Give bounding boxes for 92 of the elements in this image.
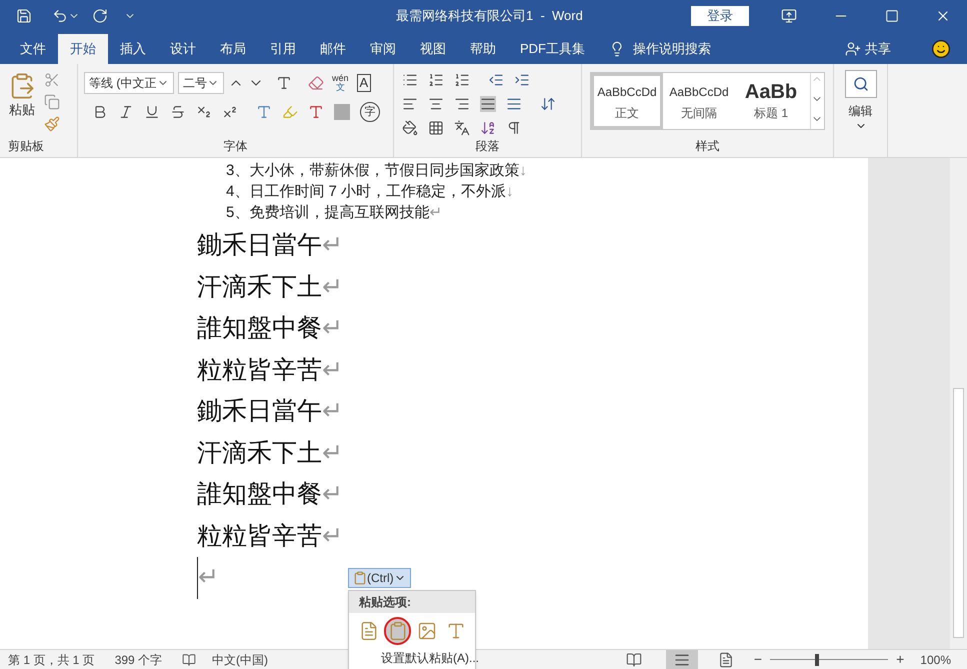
proofing-icon[interactable] [182,652,196,666]
poem-line: 粒粒皆辛苦↵ [197,520,344,552]
ribbon-tab[interactable]: 文件 [8,34,58,64]
page-count[interactable]: 第 1 页，共 1 页 [8,650,95,668]
group-label: 剪贴板 [8,139,44,153]
increase-indent-icon[interactable] [514,72,530,88]
asian-layout-icon[interactable] [454,120,470,136]
smiley-icon[interactable] [931,39,951,59]
poem-line: 粒粒皆辛苦↵ [197,354,344,386]
poem-line: 誰知盤中餐↵ [197,479,344,510]
shading-icon[interactable] [402,120,418,136]
save-icon[interactable] [16,8,32,24]
align-left-icon[interactable] [402,96,418,112]
zoom-slider-thumb[interactable] [815,654,820,666]
font-size-field[interactable]: 二号 [178,72,224,94]
list-item: 5、免费培训，提高互联网技能↵ [226,203,444,223]
print-layout-icon[interactable] [666,650,698,669]
ribbon-tab[interactable]: 插入 [108,34,158,64]
ribbon-tab[interactable]: 布局 [208,34,258,64]
poem-line: 鋤禾日當午↵ [197,396,344,427]
poem-line: 汗滴禾下土↵ [197,438,344,468]
ribbon-tab[interactable]: 审阅 [358,34,408,64]
share-icon[interactable] [845,41,861,57]
tell-me-search[interactable]: 操作说明搜索 [633,39,711,59]
clipboard-icon [353,571,367,585]
window-title: 最需网络科技有限公司1 - Word [396,7,583,26]
character-border-button[interactable]: A [356,74,372,92]
scrollbar-thumb[interactable] [953,388,964,638]
strikethrough-icon[interactable] [170,104,186,120]
style-gallery-item[interactable]: AaBbCcDd 正文 [591,73,663,129]
font-name-field[interactable]: 等线 (中文正 [84,72,174,94]
undo-icon[interactable] [52,8,68,24]
language-indicator[interactable]: 中文(中国) [212,650,268,668]
ribbon-tab[interactable]: 引用 [258,34,308,64]
ribbon-display-icon[interactable] [781,8,797,24]
poem-line: 鋤禾日當午↵ [197,230,344,261]
copy-icon[interactable] [44,94,60,110]
group-label: 段落 [476,138,500,155]
ribbon-tab[interactable]: 视图 [408,34,458,64]
group-label: 样式 [696,138,720,155]
web-layout-icon[interactable] [718,652,734,668]
style-gallery-item[interactable]: AaBbCcDd 无间隔 [663,73,735,129]
read-mode-icon[interactable] [626,652,642,668]
list-item: 4、日工作时间 7 小时，工作稳定，不外派↓ [226,182,515,202]
paste-button[interactable]: 粘贴 [8,72,36,132]
login-button[interactable]: 登录 [691,6,749,26]
poem-line: 誰知盤中餐↵ [197,313,344,344]
style-gallery-item[interactable]: AaBb 标题 1 [735,73,807,129]
maximize-icon[interactable] [885,9,899,23]
sort-icon[interactable] [480,120,496,136]
editing-button[interactable]: 编辑 [844,70,876,132]
zoom-in-button[interactable]: + [896,649,904,669]
decrease-indent-icon[interactable] [488,72,504,88]
multilevel-list-icon[interactable] [454,72,470,88]
poem-line: 汗滴禾下土↵ [197,272,344,302]
clear-format-icon[interactable] [308,75,324,91]
format-painter-icon[interactable] [44,116,60,132]
italic-icon[interactable] [118,104,134,120]
distributed-icon[interactable] [506,96,522,112]
redo-icon[interactable] [92,8,108,24]
zoom-slider[interactable] [770,654,888,666]
borders-icon[interactable] [428,120,444,136]
paragraph-mark: ↵ [197,557,219,598]
underline-icon[interactable] [144,104,160,120]
superscript-icon[interactable] [222,104,238,120]
text-effect-icon[interactable] [256,104,272,120]
font-color-icon[interactable] [308,104,324,120]
cut-icon[interactable] [44,72,60,88]
search-icon [852,76,868,92]
enclose-character-button[interactable]: 字 [360,102,380,122]
subscript-icon[interactable] [196,104,212,120]
group-label: 字体 [224,138,248,155]
list-item: 3、大小休，带薪休假，节假日同步国家政策↓ [226,161,528,181]
zoom-percent[interactable]: 100% [920,650,951,668]
align-center-icon[interactable] [428,96,444,112]
menu-header: 粘贴选项: [349,591,475,613]
word-count[interactable]: 399 个字 [114,650,162,668]
phonetic-guide-button[interactable]: wén 文 [332,74,349,92]
numbering-icon[interactable] [428,72,444,88]
line-spacing-icon[interactable] [540,96,556,112]
ribbon-tab[interactable]: 设计 [158,34,208,64]
ribbon-tab[interactable]: 开始 [58,34,108,64]
justify-icon[interactable] [480,96,496,112]
paste-option[interactable] [386,619,409,643]
share-link[interactable]: 共享 [865,39,891,59]
zoom-out-button[interactable]: − [754,649,762,669]
ribbon-tab[interactable]: 邮件 [308,34,358,64]
align-right-icon[interactable] [454,96,470,112]
ribbon-tab[interactable]: PDF工具集 [508,34,597,64]
paste-options-button[interactable]: (Ctrl) [348,568,411,588]
show-marks-icon[interactable] [506,120,522,136]
ribbon-tab[interactable]: 帮助 [458,34,508,64]
